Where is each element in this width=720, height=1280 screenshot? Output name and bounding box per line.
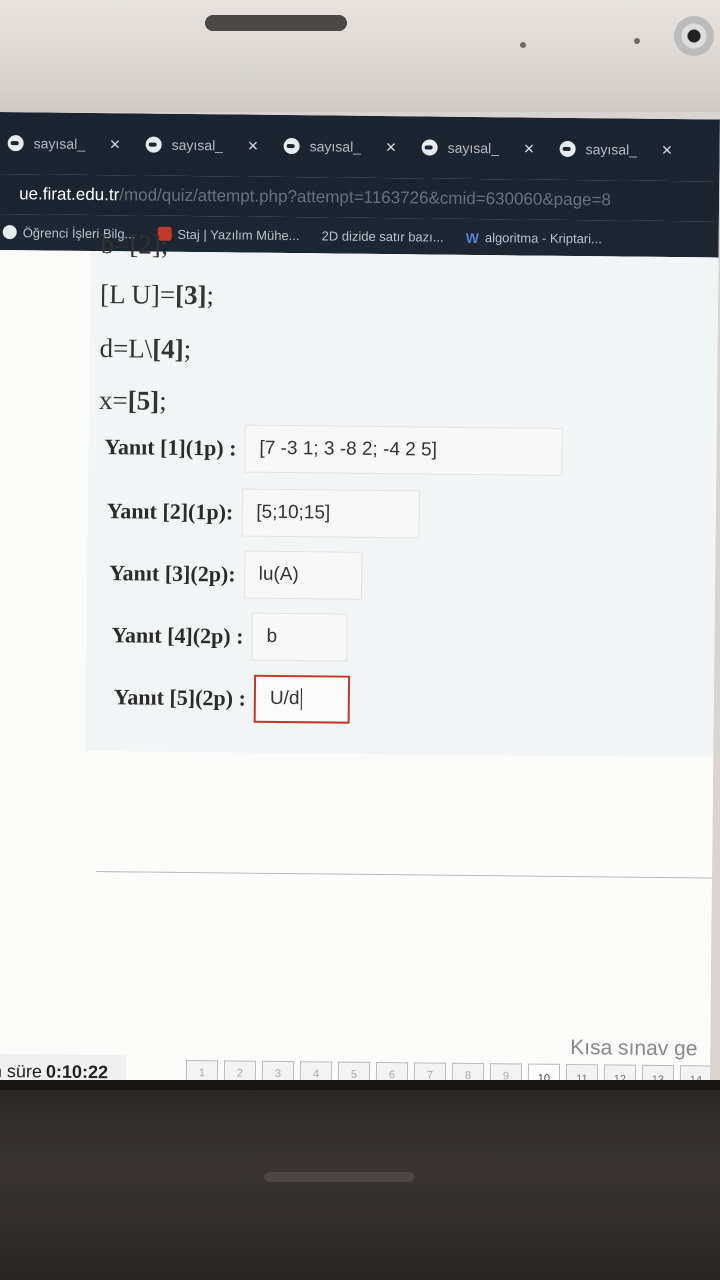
sensor-dot (520, 42, 526, 48)
answer-label: Yanıt [3](2p): (109, 560, 236, 587)
browser-tab[interactable]: sayısal_ × (0, 123, 138, 164)
close-icon[interactable]: × (662, 139, 673, 160)
screen: sayısal_ × sayısal_ × sayısal_ × sayısal… (0, 112, 720, 1120)
tab-title: sayısal_ (585, 141, 638, 158)
tab-title: sayısal_ (171, 136, 224, 154)
tab-title: sayısal_ (447, 139, 500, 157)
answer-label: Yanıt [4](2p) : (111, 622, 244, 649)
bookmark-item[interactable]: Staj | Yazılım Mühe... (157, 226, 300, 243)
close-icon[interactable]: × (110, 134, 121, 155)
code-line-partial: b=[2]; (100, 229, 169, 260)
answer-row-2: Yanıt [2](1p): [5;10;15] (106, 487, 420, 539)
globe-icon (559, 140, 576, 158)
laptop-bezel-top (0, 0, 720, 112)
globe-icon (145, 136, 162, 153)
webcam (674, 16, 714, 56)
url-domain: ue.firat.edu.tr (19, 184, 120, 205)
close-icon[interactable]: × (248, 135, 259, 156)
browser-tab[interactable]: sayısal_ × (413, 127, 551, 168)
browser-tab[interactable]: sayısal_ × (137, 124, 275, 165)
globe-icon (283, 137, 300, 155)
answer-input-1[interactable]: [7 -3 1; 3 -8 2; -4 2 5] (244, 424, 563, 476)
answer-row-3: Yanıt [3](2p): lu(A) (109, 549, 362, 600)
bookmark-item[interactable]: W algoritma - Kriptari... (465, 229, 603, 247)
browser-tab[interactable]: sayısal_ × (551, 129, 689, 170)
laptop-bezel-bottom (0, 1090, 720, 1280)
browser-tab[interactable]: sayısal_ × (275, 126, 413, 167)
globe-icon (2, 225, 17, 240)
answer-input-5[interactable]: U/d (253, 674, 351, 724)
answer-label: Yanıt [2](1p): (106, 498, 234, 525)
hinge (264, 1172, 414, 1182)
bookmark-label: 2D dizide satır bazı... (321, 227, 444, 245)
globe-icon (7, 135, 24, 152)
tab-bar: sayısal_ × sayısal_ × sayısal_ × sayısal… (0, 112, 720, 182)
section-divider (96, 871, 713, 879)
bookmark-label: Staj | Yazılım Mühe... (177, 226, 300, 243)
answer-input-2[interactable]: [5;10;15] (241, 488, 420, 539)
answer-label: Yanıt [5](2p) : (113, 684, 247, 711)
answer-input-4[interactable]: b (251, 612, 348, 662)
sensor-dot (634, 38, 640, 44)
quiz-page: b=[2]; [L U]=[3]; d=L\[4]; x=[5]; Yanıt … (0, 229, 719, 1120)
answer-row-4: Yanıt [4](2p) : b (111, 611, 348, 662)
text-caret (300, 688, 302, 711)
close-icon[interactable]: × (524, 138, 535, 159)
answer-input-3[interactable]: lu(A) (243, 550, 362, 600)
bookmark-item[interactable]: 2D dizide satır bazı... (321, 228, 443, 244)
bookmark-label: algoritma - Kriptari... (484, 229, 603, 246)
tab-title: sayısal_ (309, 138, 362, 155)
w-logo-icon: W (465, 229, 479, 247)
globe-icon (421, 139, 438, 156)
answer-row-5: Yanıt [5](2p) : U/d (113, 673, 351, 724)
speaker-grille (205, 15, 347, 31)
code-line-x: x=[5]; (98, 385, 167, 416)
code-line-d: d=L\[4]; (99, 333, 192, 365)
code-line-lu: [L U]=[3]; (99, 279, 215, 311)
url-path: /mod/quiz/attempt.php?attempt=1163726&cm… (119, 185, 612, 210)
answer-row-1: Yanıt [1](1p) : [7 -3 1; 3 -8 2; -4 2 5] (104, 423, 563, 476)
timer-label: n süre (0, 1060, 43, 1081)
answer-label: Yanıt [1](1p) : (104, 434, 237, 461)
quiz-navigation-label: Kısa sınav ge (570, 1036, 698, 1061)
close-icon[interactable]: × (386, 137, 397, 158)
tab-title: sayısal_ (33, 135, 86, 152)
